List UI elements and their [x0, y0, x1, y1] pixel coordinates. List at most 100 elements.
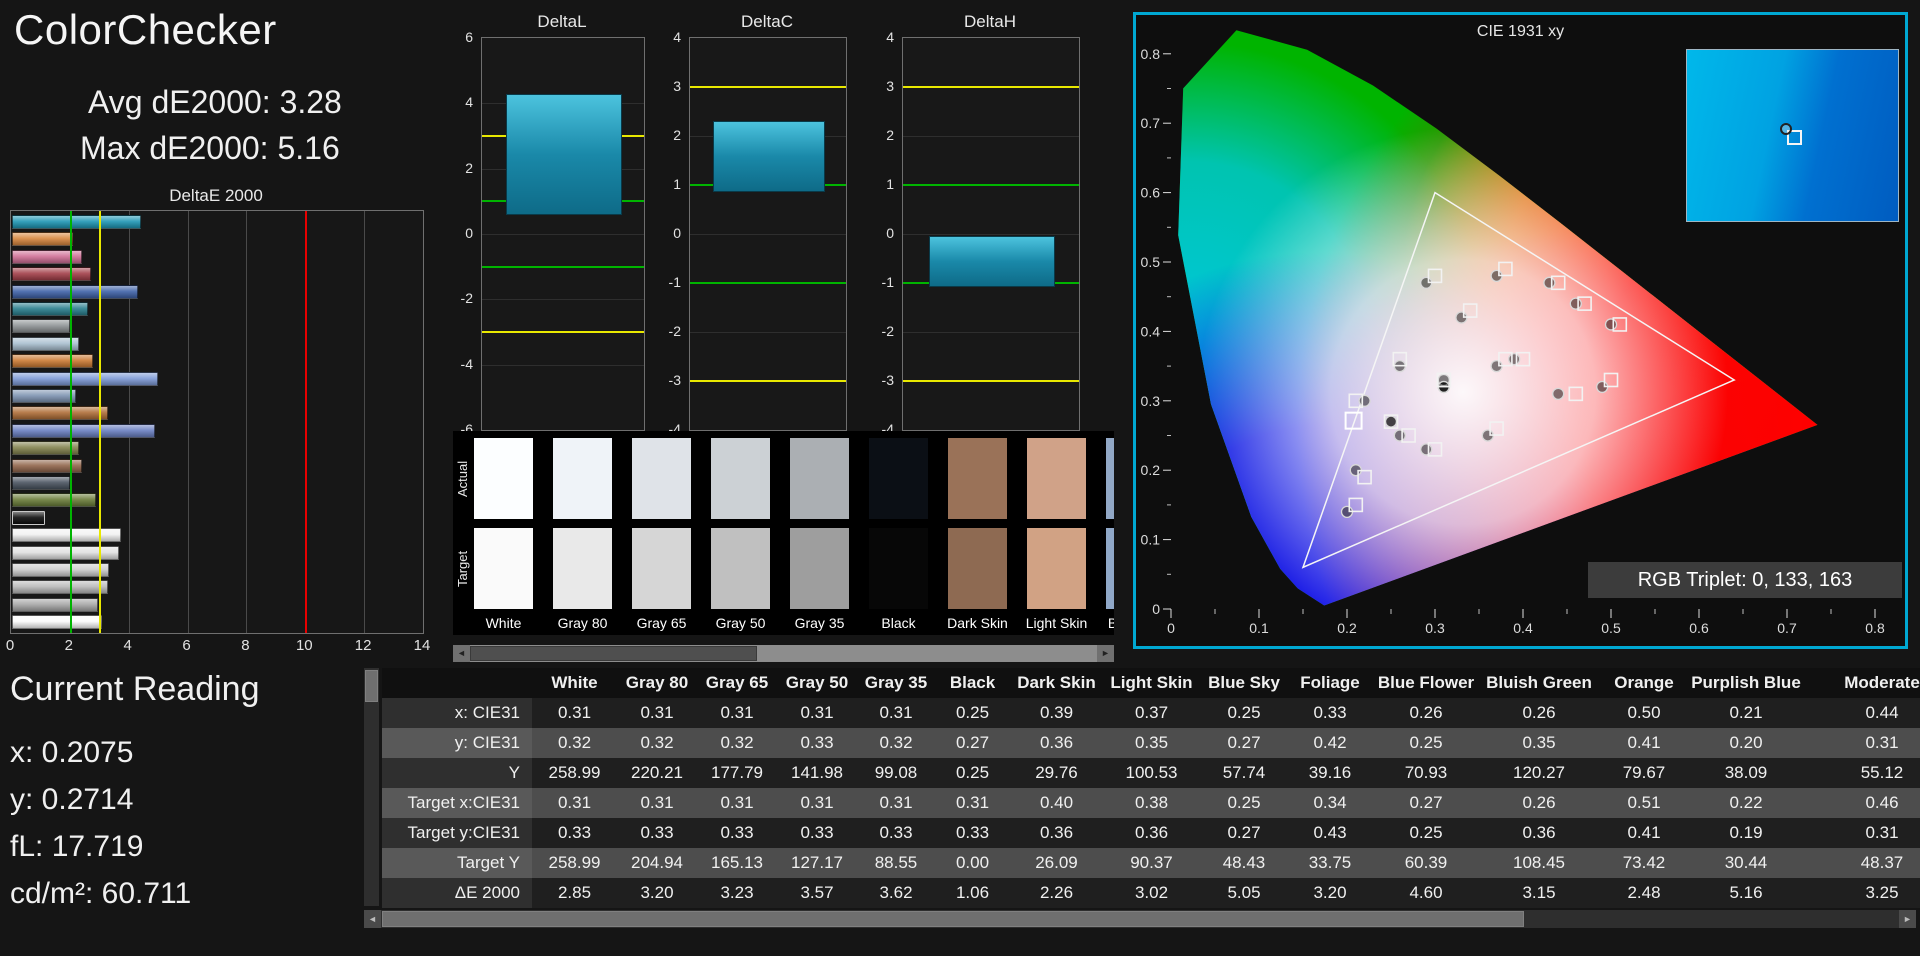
- table-cell: 0.34: [1288, 788, 1372, 818]
- deltac-chart: [689, 37, 847, 431]
- deltac-plot-y-tick-label: 0: [673, 225, 681, 241]
- cie-measured-yellow: [1544, 277, 1555, 288]
- table-cell: 0.31: [857, 788, 935, 818]
- table-cell: 29.76: [1010, 758, 1103, 788]
- table-cell: 0.51: [1598, 788, 1690, 818]
- table-cell: 0.31: [697, 788, 777, 818]
- table-col-header: Gray 65: [697, 668, 777, 698]
- table-cell: 0.36: [1480, 818, 1598, 848]
- scroll-right-icon: ►: [1101, 648, 1110, 658]
- table-cell: 0.27: [935, 728, 1010, 758]
- rgb-triplet-label: RGB Triplet: 0, 133, 163: [1588, 562, 1902, 598]
- swatch-scroll-left-button[interactable]: ◄: [453, 645, 470, 662]
- table-cell: 4.60: [1372, 878, 1480, 908]
- table-cell: 3.20: [1288, 878, 1372, 908]
- deltae-bar: [12, 441, 79, 455]
- deltae-gridline: [129, 211, 130, 633]
- deltah-plot-y-tick-label: 1: [886, 176, 894, 192]
- table-cell: 0.33: [777, 818, 857, 848]
- deltae-bar: [12, 563, 109, 577]
- table-cell: 204.94: [617, 848, 697, 878]
- table-cell: 99.08: [857, 758, 935, 788]
- table-cell: 0.35: [1480, 728, 1598, 758]
- swatch-actual-gray-65: [632, 438, 691, 519]
- deltae-bar: [12, 598, 98, 612]
- cie-x-tick-label: 0: [1167, 620, 1175, 636]
- deltal-plot-y-tick-label: 6: [465, 29, 473, 45]
- deltae-bar: [12, 267, 91, 281]
- table-cell: 0.33: [1288, 698, 1372, 728]
- patch-swatch-strip: ActualTargetWhiteGray 80Gray 65Gray 50Gr…: [453, 431, 1114, 635]
- swatch-scrollbar-thumb[interactable]: [470, 646, 757, 661]
- deltae-x-tick-label: 4: [114, 637, 142, 654]
- table-cell: 0.26: [1480, 788, 1598, 818]
- deltal-plot-y-tick-label: 4: [465, 94, 473, 110]
- table-cell: 0.41: [1598, 818, 1690, 848]
- cie-x-tick-label: 0.6: [1689, 620, 1709, 636]
- table-col-header: Dark Skin: [1010, 668, 1103, 698]
- deltac-plot-reference-line: [690, 86, 846, 88]
- table-cell: 0.31: [1802, 728, 1920, 758]
- cie-measured-purple: [1421, 444, 1432, 455]
- table-cell: 0.27: [1372, 788, 1480, 818]
- deltal-chart: [481, 37, 645, 431]
- deltah-plot-y-tick-label: 4: [886, 29, 894, 45]
- table-cell: 100.53: [1103, 758, 1200, 788]
- deltah-chart: [902, 37, 1080, 431]
- deltae-reference-line: [99, 211, 101, 633]
- cie-x-tick-label: 0.5: [1601, 620, 1621, 636]
- table-cell: 70.93: [1372, 758, 1480, 788]
- deltae-x-tick-label: 8: [231, 637, 259, 654]
- page-title: ColorChecker: [14, 6, 277, 54]
- deltah-plot-y-tick-label: 3: [886, 78, 894, 94]
- deltae-x-tick-label: 14: [408, 637, 436, 654]
- deltah-plot-reference-line: [903, 184, 1079, 186]
- table-cell: 0.50: [1598, 698, 1690, 728]
- deltae-x-tick-label: 6: [173, 637, 201, 654]
- deltac-plot-y-tick-label: 2: [673, 127, 681, 143]
- table-cell: 3.02: [1103, 878, 1200, 908]
- deltah-plot-range-bar: [929, 236, 1054, 287]
- cie-x-tick-label: 0.1: [1249, 620, 1269, 636]
- table-cell: 0.20: [1690, 728, 1802, 758]
- table-cell: 0.31: [857, 698, 935, 728]
- table-cell: 2.26: [1010, 878, 1103, 908]
- deltac-chart-title: DeltaC: [689, 12, 845, 32]
- swatch-label: Gray 65: [620, 615, 703, 631]
- table-vertical-scrollbar[interactable]: [364, 668, 379, 906]
- table-scroll-right-button[interactable]: ►: [1899, 910, 1916, 928]
- deltae-reference-line: [70, 211, 72, 633]
- swatch-label: Gray 80: [541, 615, 624, 631]
- table-cell: 0.27: [1200, 818, 1288, 848]
- table-vertical-scrollbar-thumb[interactable]: [365, 670, 378, 702]
- table-horizontal-scrollbar-thumb[interactable]: [382, 911, 1524, 927]
- swatch-target-black: [869, 528, 928, 609]
- table-col-header: Bluish Green: [1480, 668, 1598, 698]
- deltae2000-x-axis: 02468101214: [10, 637, 430, 655]
- deltal-plot-y-tick-label: 0: [465, 225, 473, 241]
- deltah-plot-reference-line: [903, 86, 1079, 88]
- deltah-chart-title: DeltaH: [902, 12, 1078, 32]
- swatch-scroll-right-button[interactable]: ►: [1097, 645, 1114, 662]
- table-cell: 0.33: [857, 818, 935, 848]
- cie-y-tick-label: 0.4: [1141, 323, 1161, 339]
- table-cell: 0.42: [1288, 728, 1372, 758]
- table-col-header: Orange: [1598, 668, 1690, 698]
- deltae-x-tick-label: 0: [0, 637, 24, 654]
- table-cell: 0.33: [617, 818, 697, 848]
- swatch-target-gray-50: [711, 528, 770, 609]
- deltah-plot-reference-line: [903, 380, 1079, 382]
- table-row-label: Target y:CIE31: [382, 818, 532, 848]
- deltae-bar: [12, 354, 93, 368]
- table-cell: 2.48: [1598, 878, 1690, 908]
- deltah-plot-y-tick-label: 2: [886, 127, 894, 143]
- avg-de2000-readout: Avg dE2000: 3.28: [88, 84, 342, 121]
- table-scroll-left-button[interactable]: ◄: [364, 910, 381, 928]
- swatch-scrollbar[interactable]: ◄ ►: [453, 645, 1114, 662]
- deltae-x-tick-label: 12: [349, 637, 377, 654]
- deltac-plot-gridline: [690, 234, 846, 235]
- deltae-bar: [12, 372, 158, 386]
- deltal-plot-gridline: [482, 365, 644, 366]
- table-horizontal-scrollbar[interactable]: ◄ ►: [364, 910, 1916, 928]
- table-cell: 0.31: [697, 698, 777, 728]
